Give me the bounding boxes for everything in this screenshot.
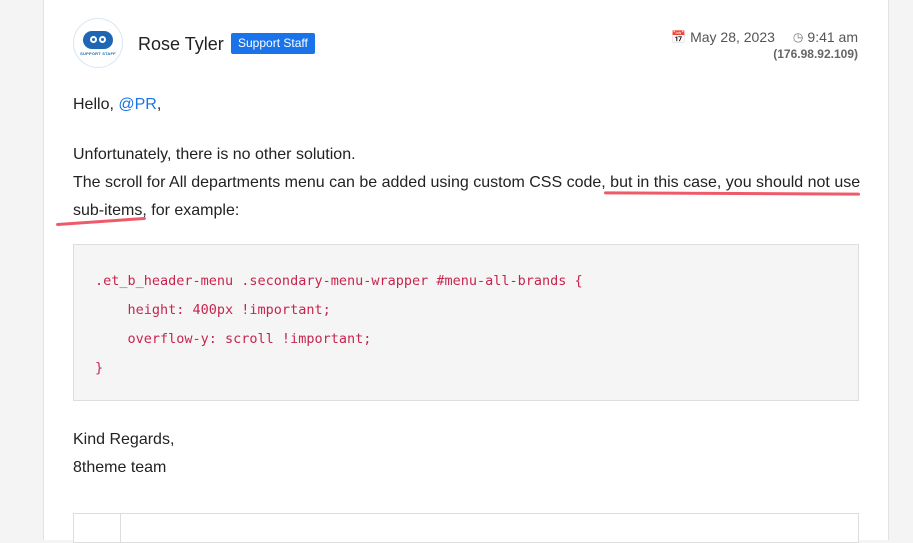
next-post-box: [73, 513, 859, 543]
message-body: Hello, @PR, Unfortunately, there is no o…: [73, 91, 863, 225]
signature-line-2: 8theme team: [73, 459, 167, 476]
post-date: May 28, 2023: [690, 29, 775, 45]
code-line: height: 400px !important;: [95, 302, 331, 318]
post-ip: (176.98.92.109): [773, 47, 858, 61]
signature-line-1: Kind Regards,: [73, 431, 175, 448]
highlighted-text: but in this case, you should not use: [605, 174, 861, 191]
code-line: .et_b_header-menu .secondary-menu-wrappe…: [95, 273, 583, 289]
greeting: Hello, @PR,: [73, 96, 162, 113]
signature: Kind Regards, 8theme team: [73, 426, 174, 482]
next-post-cell: [74, 514, 121, 542]
message-line-3: sub-items, for example:: [73, 202, 240, 219]
support-staff-badge: Support Staff: [231, 33, 315, 54]
code-line: overflow-y: scroll !important;: [95, 331, 372, 347]
avatar: SUPPORT STAFF: [73, 18, 123, 68]
message-line-1: Unfortunately, there is no other solutio…: [73, 146, 356, 163]
code-block: .et_b_header-menu .secondary-menu-wrappe…: [73, 244, 859, 401]
clock-icon: ◷: [792, 30, 804, 44]
support-logo-icon: [83, 30, 113, 49]
post-meta: 📅 May 28, 2023 ◷ 9:41 am (176.98.92.109): [671, 29, 858, 61]
author-name[interactable]: Rose Tyler: [138, 34, 224, 55]
calendar-icon: 📅: [671, 30, 687, 44]
post-time: 9:41 am: [807, 29, 858, 45]
code-line: }: [95, 360, 104, 376]
highlighted-text-2: sub-items: [73, 202, 143, 219]
avatar-label: SUPPORT STAFF: [80, 50, 116, 56]
user-mention-link[interactable]: @PR: [118, 96, 156, 113]
